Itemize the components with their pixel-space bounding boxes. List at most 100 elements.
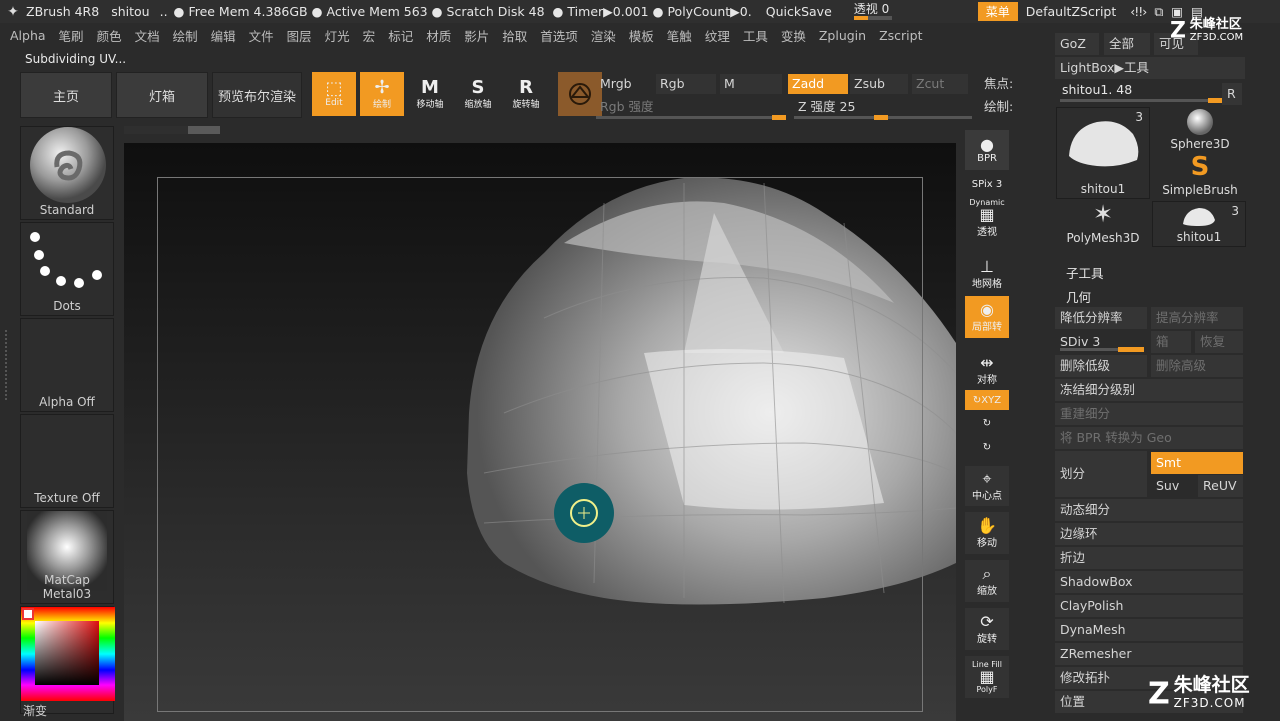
canvas-scroll-tab[interactable] (124, 126, 220, 134)
menu-item[interactable]: 颜色 (97, 26, 122, 45)
z-intensity-track[interactable] (794, 115, 972, 120)
divide-button[interactable]: 划分 (1055, 451, 1147, 497)
edit-mode-button[interactable]: ⬚ Edit (312, 72, 356, 116)
spix-slider[interactable]: SPix 3 (965, 174, 1009, 194)
cage-button[interactable]: 箱 (1151, 331, 1191, 353)
floor-grid-button[interactable]: ⊥ 地网格 (965, 256, 1009, 292)
restore-button[interactable]: 恢复 (1195, 331, 1243, 353)
r-button[interactable]: R (1222, 83, 1242, 105)
layout-icon[interactable]: ▣ (1171, 4, 1183, 19)
menu-item[interactable]: 渲染 (591, 26, 616, 45)
menu-item[interactable]: 工具 (743, 26, 768, 45)
current-tool-track[interactable] (1060, 98, 1222, 103)
rotate-mode-button[interactable]: R 旋转轴 (504, 72, 548, 116)
material-selector[interactable]: MatCap Metal03 (20, 510, 114, 604)
color-palette[interactable] (21, 607, 115, 701)
delete-lower-button[interactable]: 删除低级 (1055, 355, 1147, 377)
arrows-icon[interactable]: ‹!!› (1130, 4, 1147, 19)
perspective-slider[interactable]: 透视 0 (853, 3, 918, 20)
symmetry-button[interactable]: ⇹ 对称 (965, 354, 1009, 386)
dynamic-perspective-button[interactable]: Dynamic ▦ 透视 (965, 198, 1009, 238)
texture-selector[interactable]: Texture Off (20, 414, 114, 508)
color-picker[interactable]: 渐变 (20, 606, 115, 718)
lower-res-button[interactable]: 降低分辨率 (1055, 307, 1147, 329)
sdiv-track[interactable] (1060, 347, 1144, 352)
tool-thumb-sphere3d[interactable]: Sphere3D (1154, 107, 1246, 153)
rotate-z-button[interactable]: ↻ (965, 438, 1009, 456)
menu-item[interactable]: 材质 (426, 26, 451, 45)
all-button[interactable]: 全部 (1104, 33, 1150, 55)
menu-item[interactable]: 编辑 (211, 26, 236, 45)
menu-item[interactable]: 文档 (135, 26, 160, 45)
tool-thumb-shitou1-small[interactable]: 3 shitou1 (1152, 201, 1246, 247)
dynamesh-section[interactable]: DynaMesh (1055, 619, 1243, 641)
menu-item[interactable]: 宏 (363, 26, 376, 45)
rgb-intensity-track[interactable] (596, 115, 786, 120)
edge-loop-section[interactable]: 边缘环 (1055, 523, 1243, 545)
bpr-to-geo-button[interactable]: 将 BPR 转换为 Geo (1055, 427, 1243, 449)
crease-section[interactable]: 折边 (1055, 547, 1243, 569)
tool-thumb-simplebrush[interactable]: S SimpleBrush (1154, 153, 1246, 199)
rotate-view-button[interactable]: ⟳ 旋转 (965, 608, 1009, 650)
zsub-button[interactable]: Zsub (850, 74, 908, 94)
zadd-button[interactable]: Zadd (788, 74, 848, 94)
zremesher-section[interactable]: ZRemesher (1055, 643, 1243, 665)
menu-button[interactable]: 菜单 (977, 2, 1018, 21)
delete-higher-button[interactable]: 删除高级 (1151, 355, 1243, 377)
menu-item[interactable]: 标记 (388, 26, 413, 45)
bpr-preview-button[interactable]: 预览布尔渲染 (212, 72, 302, 118)
local-transform-button[interactable]: ◉ 局部转 (965, 296, 1009, 338)
tool-thumb-polymesh3d[interactable]: ✶ PolyMesh3D (1056, 201, 1150, 247)
dynamic-subdiv-section[interactable]: 动态细分 (1055, 499, 1243, 521)
claypolish-section[interactable]: ClayPolish (1055, 595, 1243, 617)
menu-item[interactable]: Zscript (879, 28, 922, 43)
subtool-header[interactable]: 子工具 (1066, 263, 1104, 282)
draw-mode-button[interactable]: ✢ 绘制 (360, 72, 404, 116)
menu-item[interactable]: Zplugin (819, 28, 866, 43)
center-button[interactable]: ⌖ 中心点 (965, 466, 1009, 506)
menu-item[interactable]: 文件 (249, 26, 274, 45)
menu-item[interactable]: 首选项 (540, 26, 578, 45)
shadowbox-section[interactable]: ShadowBox (1055, 571, 1243, 593)
zcut-button[interactable]: Zcut (912, 74, 968, 94)
home-button[interactable]: 主页 (20, 72, 112, 118)
mrgb-button[interactable]: Mrgb (596, 74, 654, 94)
rotate-y-button[interactable]: ↻ (965, 414, 1009, 432)
menu-item[interactable]: 模板 (629, 26, 654, 45)
restore-icon[interactable]: ⧉ (1154, 4, 1163, 20)
reconstruct-subdiv-button[interactable]: 重建细分 (1055, 403, 1243, 425)
m-button[interactable]: M (720, 74, 782, 94)
stroke-selector[interactable]: Dots (20, 222, 114, 316)
menu-item[interactable]: 笔刷 (59, 26, 84, 45)
menu-item[interactable]: 绘制 (173, 26, 198, 45)
focal-shift-label[interactable]: 焦点: (980, 74, 1016, 94)
menu-item[interactable]: 灯光 (325, 26, 350, 45)
menu-item[interactable]: 影片 (464, 26, 489, 45)
menu-item[interactable]: Alpha (10, 28, 46, 43)
reuv-button[interactable]: ReUV (1198, 475, 1243, 497)
higher-res-button[interactable]: 提高分辨率 (1151, 307, 1243, 329)
move-mode-button[interactable]: M 移动轴 (408, 72, 452, 116)
current-tool-slider[interactable]: shitou1. 48 (1062, 82, 1132, 97)
zoom-view-button[interactable]: ⌕ 缩放 (965, 560, 1009, 602)
brush-selector[interactable]: Standard (20, 126, 114, 220)
bpr-button[interactable]: ● BPR (965, 130, 1009, 170)
suv-toggle[interactable]: Suv (1151, 475, 1195, 497)
rgb-intensity-slider[interactable]: Rgb 强度 (596, 97, 786, 117)
menu-item[interactable]: 图层 (287, 26, 312, 45)
menu-item[interactable]: 变换 (781, 26, 806, 45)
document-canvas[interactable] (124, 143, 956, 721)
freeze-subdiv-button[interactable]: 冻结细分级别 (1055, 379, 1243, 401)
move-view-button[interactable]: ✋ 移动 (965, 512, 1009, 554)
geometry-header[interactable]: 几何 (1066, 287, 1091, 306)
rgb-button[interactable]: Rgb (656, 74, 716, 94)
menu-item[interactable]: 纹理 (705, 26, 730, 45)
goz-button[interactable]: GoZ (1055, 33, 1099, 55)
scale-mode-button[interactable]: S 缩放轴 (456, 72, 500, 116)
default-zscript[interactable]: DefaultZScript (1026, 4, 1117, 19)
lightbox-button[interactable]: 灯箱 (116, 72, 208, 118)
lightbox-tool-button[interactable]: LightBox▶工具 (1055, 57, 1245, 79)
left-tray-handle[interactable] (5, 330, 11, 400)
polyframe-button[interactable]: Line Fill ▦ PolyF (965, 656, 1009, 698)
smt-toggle[interactable]: Smt (1151, 452, 1243, 474)
